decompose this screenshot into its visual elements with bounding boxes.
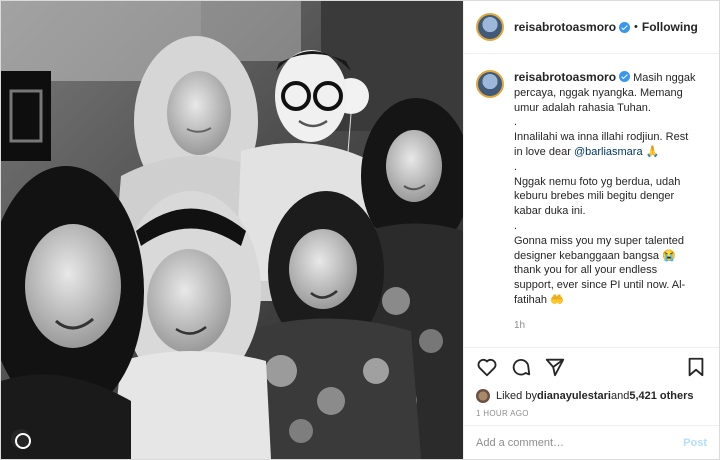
liker-username[interactable]: dianayulestari xyxy=(537,390,611,402)
likes-middle: and xyxy=(610,390,630,402)
heart-icon[interactable] xyxy=(476,356,498,378)
caption-timestamp[interactable]: 1h xyxy=(514,319,699,334)
share-icon[interactable] xyxy=(544,356,566,378)
pray-emoji: 🙏 xyxy=(645,145,660,158)
caption: reisabrotoasmoro Masih nggak percaya, ng… xyxy=(514,70,699,347)
caption-dot-3: . xyxy=(514,219,518,232)
caption-dot-1: . xyxy=(514,116,518,129)
comment-input[interactable] xyxy=(476,436,684,449)
cry-emoji: 😭 xyxy=(662,249,676,262)
caption-author-avatar[interactable] xyxy=(476,70,504,98)
likes-prefix: Liked by xyxy=(496,390,537,402)
comments-section: reisabrotoasmoro Masih nggak percaya, ng… xyxy=(464,54,719,347)
liker-avatar[interactable] xyxy=(476,389,490,403)
author-username[interactable]: reisabrotoasmoro xyxy=(514,20,616,34)
instagram-post: reisabrotoasmoro • Following reisabrotoa… xyxy=(0,0,720,460)
caption-line-2: Innalilahi wa inna illahi rodjiun. Rest … xyxy=(514,130,699,160)
action-bar xyxy=(464,347,719,385)
comment-icon[interactable] xyxy=(510,356,532,378)
likes-count[interactable]: 5,421 others xyxy=(629,390,693,402)
caption-line-5-text: thank you for all your endless support, … xyxy=(514,264,686,306)
group-photo-image xyxy=(1,1,463,459)
post-sidebar: reisabrotoasmoro • Following reisabrotoa… xyxy=(463,1,719,459)
caption-line-4-text: Gonna miss you my super talented designe… xyxy=(514,234,684,262)
post-comment-button[interactable]: Post xyxy=(683,437,707,449)
caption-dot-2: . xyxy=(514,160,518,173)
caption-username[interactable]: reisabrotoasmoro xyxy=(514,70,616,84)
hands-emoji: 🤲 xyxy=(550,293,564,306)
likes-summary: Liked by dianayulestari and 5,421 others xyxy=(464,385,719,407)
tagged-users-icon[interactable] xyxy=(11,429,31,449)
verified-badge-icon xyxy=(619,21,631,33)
caption-line-4: Gonna miss you my super talented designe… xyxy=(514,234,699,308)
post-age[interactable]: 1 HOUR AGO xyxy=(464,407,719,425)
post-header: reisabrotoasmoro • Following xyxy=(464,1,719,54)
post-photo[interactable] xyxy=(1,1,463,459)
bookmark-icon[interactable] xyxy=(685,356,707,378)
author-avatar[interactable] xyxy=(476,13,504,41)
caption-line-3: Nggak nemu foto yg berdua, udah keburu b… xyxy=(514,175,681,218)
mention-link[interactable]: @barliasmara xyxy=(574,146,643,158)
following-button[interactable]: Following xyxy=(642,20,698,34)
add-comment-bar: Post xyxy=(464,425,719,459)
header-separator: • xyxy=(634,21,638,33)
caption-verified-icon xyxy=(619,71,631,82)
